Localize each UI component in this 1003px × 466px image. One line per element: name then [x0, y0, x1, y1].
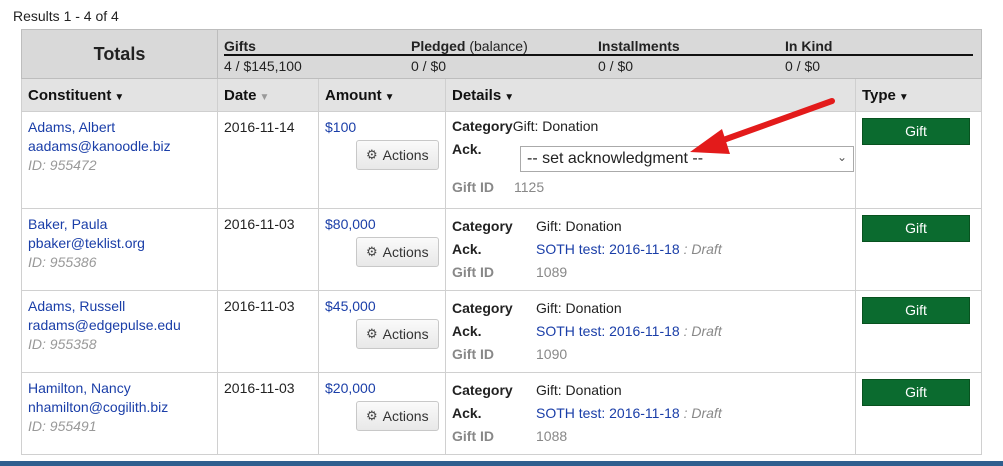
acknowledgment-link[interactable]: SOTH test: 2016-11-18	[536, 323, 680, 339]
gear-icon: ⚙	[366, 408, 378, 423]
totals-gifts-title: Gifts	[224, 38, 256, 54]
sort-down-icon: ▼	[504, 91, 515, 103]
ack-label: Ack.	[452, 405, 482, 421]
constituent-name-link[interactable]: Adams, Albert	[28, 119, 115, 135]
sort-constituent[interactable]: Constituent ▼	[21, 78, 218, 112]
constituent-email-link[interactable]: nhamilton@cogilith.biz	[28, 399, 168, 415]
gift-type-button[interactable]: Gift	[862, 118, 970, 145]
amount-link[interactable]: $100	[325, 119, 356, 135]
category-value: Gift: Donation	[536, 300, 622, 316]
gift-id-label: Gift ID	[452, 179, 494, 195]
gift-id-value: 1089	[536, 264, 568, 280]
actions-button[interactable]: ⚙ Actions	[356, 140, 439, 170]
sort-down-icon: ▼	[259, 91, 270, 103]
gift-id-value: 1125	[514, 179, 545, 195]
constituent-name-link[interactable]: Baker, Paula	[28, 216, 107, 232]
category-label: Category	[452, 300, 513, 316]
totals-gifts-value: 4 / $145,100	[224, 58, 302, 74]
gift-date: 2016-11-03	[224, 216, 295, 232]
table-row: Baker, Paula pbaker@teklist.org ID: 9553…	[21, 208, 982, 291]
constituent-name-link[interactable]: Adams, Russell	[28, 298, 125, 314]
gear-icon: ⚙	[366, 147, 378, 162]
bottom-border	[0, 461, 1003, 466]
gift-type-button[interactable]: Gift	[862, 379, 970, 406]
constituent-email-link[interactable]: aadams@kanoodle.biz	[28, 138, 171, 154]
gifts-table: Totals Gifts Pledged (balance) Installme…	[21, 29, 982, 455]
ack-status: : Draft	[683, 405, 722, 421]
gear-icon: ⚙	[366, 326, 378, 341]
sort-down-icon: ▼	[114, 91, 125, 103]
sort-down-icon: ▼	[384, 91, 395, 103]
totals-summary: Gifts Pledged (balance) Installments In …	[217, 29, 982, 79]
gift-id-label: Gift ID	[452, 346, 494, 362]
gift-id-label: Gift ID	[452, 264, 494, 280]
sort-type[interactable]: Type ▼	[855, 78, 982, 112]
category-label: Category	[452, 218, 513, 234]
category-label: Category	[452, 382, 513, 398]
totals-installments-value: 0 / $0	[598, 58, 634, 74]
gift-id-value: 1088	[536, 428, 568, 444]
table-row: Hamilton, Nancy nhamilton@cogilith.biz I…	[21, 372, 982, 455]
gift-id-value: 1090	[536, 346, 568, 362]
acknowledgment-link[interactable]: SOTH test: 2016-11-18	[536, 405, 680, 421]
totals-installments-title: Installments	[598, 38, 680, 54]
totals-row: Totals Gifts Pledged (balance) Installme…	[21, 29, 982, 79]
gift-type-button[interactable]: Gift	[862, 297, 970, 324]
totals-pledged-title: Pledged (balance)	[411, 38, 528, 54]
ack-status: : Draft	[683, 323, 722, 339]
actions-button[interactable]: ⚙ Actions	[356, 401, 439, 431]
sort-details[interactable]: Details ▼	[445, 78, 856, 112]
totals-pledged-value: 0 / $0	[411, 58, 447, 74]
results-count: Results 1 - 4 of 4	[13, 8, 119, 24]
sort-down-icon: ▼	[898, 91, 909, 103]
actions-button[interactable]: ⚙ Actions	[356, 237, 439, 267]
constituent-email-link[interactable]: pbaker@teklist.org	[28, 235, 145, 251]
constituent-name-link[interactable]: Hamilton, Nancy	[28, 380, 131, 396]
amount-link[interactable]: $80,000	[325, 216, 376, 232]
ack-label: Ack.	[452, 323, 482, 339]
header-row: Constituent ▼ Date ▼ Amount ▼ Details ▼ Type…	[21, 78, 982, 112]
sort-amount[interactable]: Amount ▼	[318, 78, 446, 112]
constituent-id: ID: 955472	[28, 157, 97, 173]
constituent-id: ID: 955491	[28, 418, 97, 434]
ack-status: : Draft	[683, 241, 722, 257]
gift-date: 2016-11-03	[224, 380, 295, 396]
gift-type-button[interactable]: Gift	[862, 215, 970, 242]
acknowledgment-select[interactable]: -- set acknowledgment -- ⌄	[520, 146, 854, 172]
actions-button[interactable]: ⚙ Actions	[356, 319, 439, 349]
totals-label: Totals	[21, 29, 218, 79]
constituent-id: ID: 955358	[28, 336, 97, 352]
constituent-email-link[interactable]: radams@edgepulse.edu	[28, 317, 181, 333]
gear-icon: ⚙	[366, 244, 378, 259]
constituent-id: ID: 955386	[28, 254, 97, 270]
amount-link[interactable]: $20,000	[325, 380, 376, 396]
acknowledgment-link[interactable]: SOTH test: 2016-11-18	[536, 241, 680, 257]
category-value: Gift: Donation	[512, 118, 599, 134]
ack-label: Ack.	[452, 241, 482, 257]
category-label: Category	[452, 118, 513, 134]
totals-inkind-value: 0 / $0	[785, 58, 821, 74]
category-value: Gift: Donation	[536, 218, 622, 234]
totals-inkind-title: In Kind	[785, 38, 833, 54]
gift-date: 2016-11-14	[224, 119, 295, 135]
gift-date: 2016-11-03	[224, 298, 295, 314]
table-row: Adams, Albert aadams@kanoodle.biz ID: 95…	[21, 111, 982, 209]
chevron-down-icon: ⌄	[836, 150, 847, 164]
gift-id-label: Gift ID	[452, 428, 494, 444]
sort-date[interactable]: Date ▼	[217, 78, 319, 112]
amount-link[interactable]: $45,000	[325, 298, 376, 314]
table-row: Adams, Russell radams@edgepulse.edu ID: …	[21, 290, 982, 373]
category-value: Gift: Donation	[536, 382, 622, 398]
